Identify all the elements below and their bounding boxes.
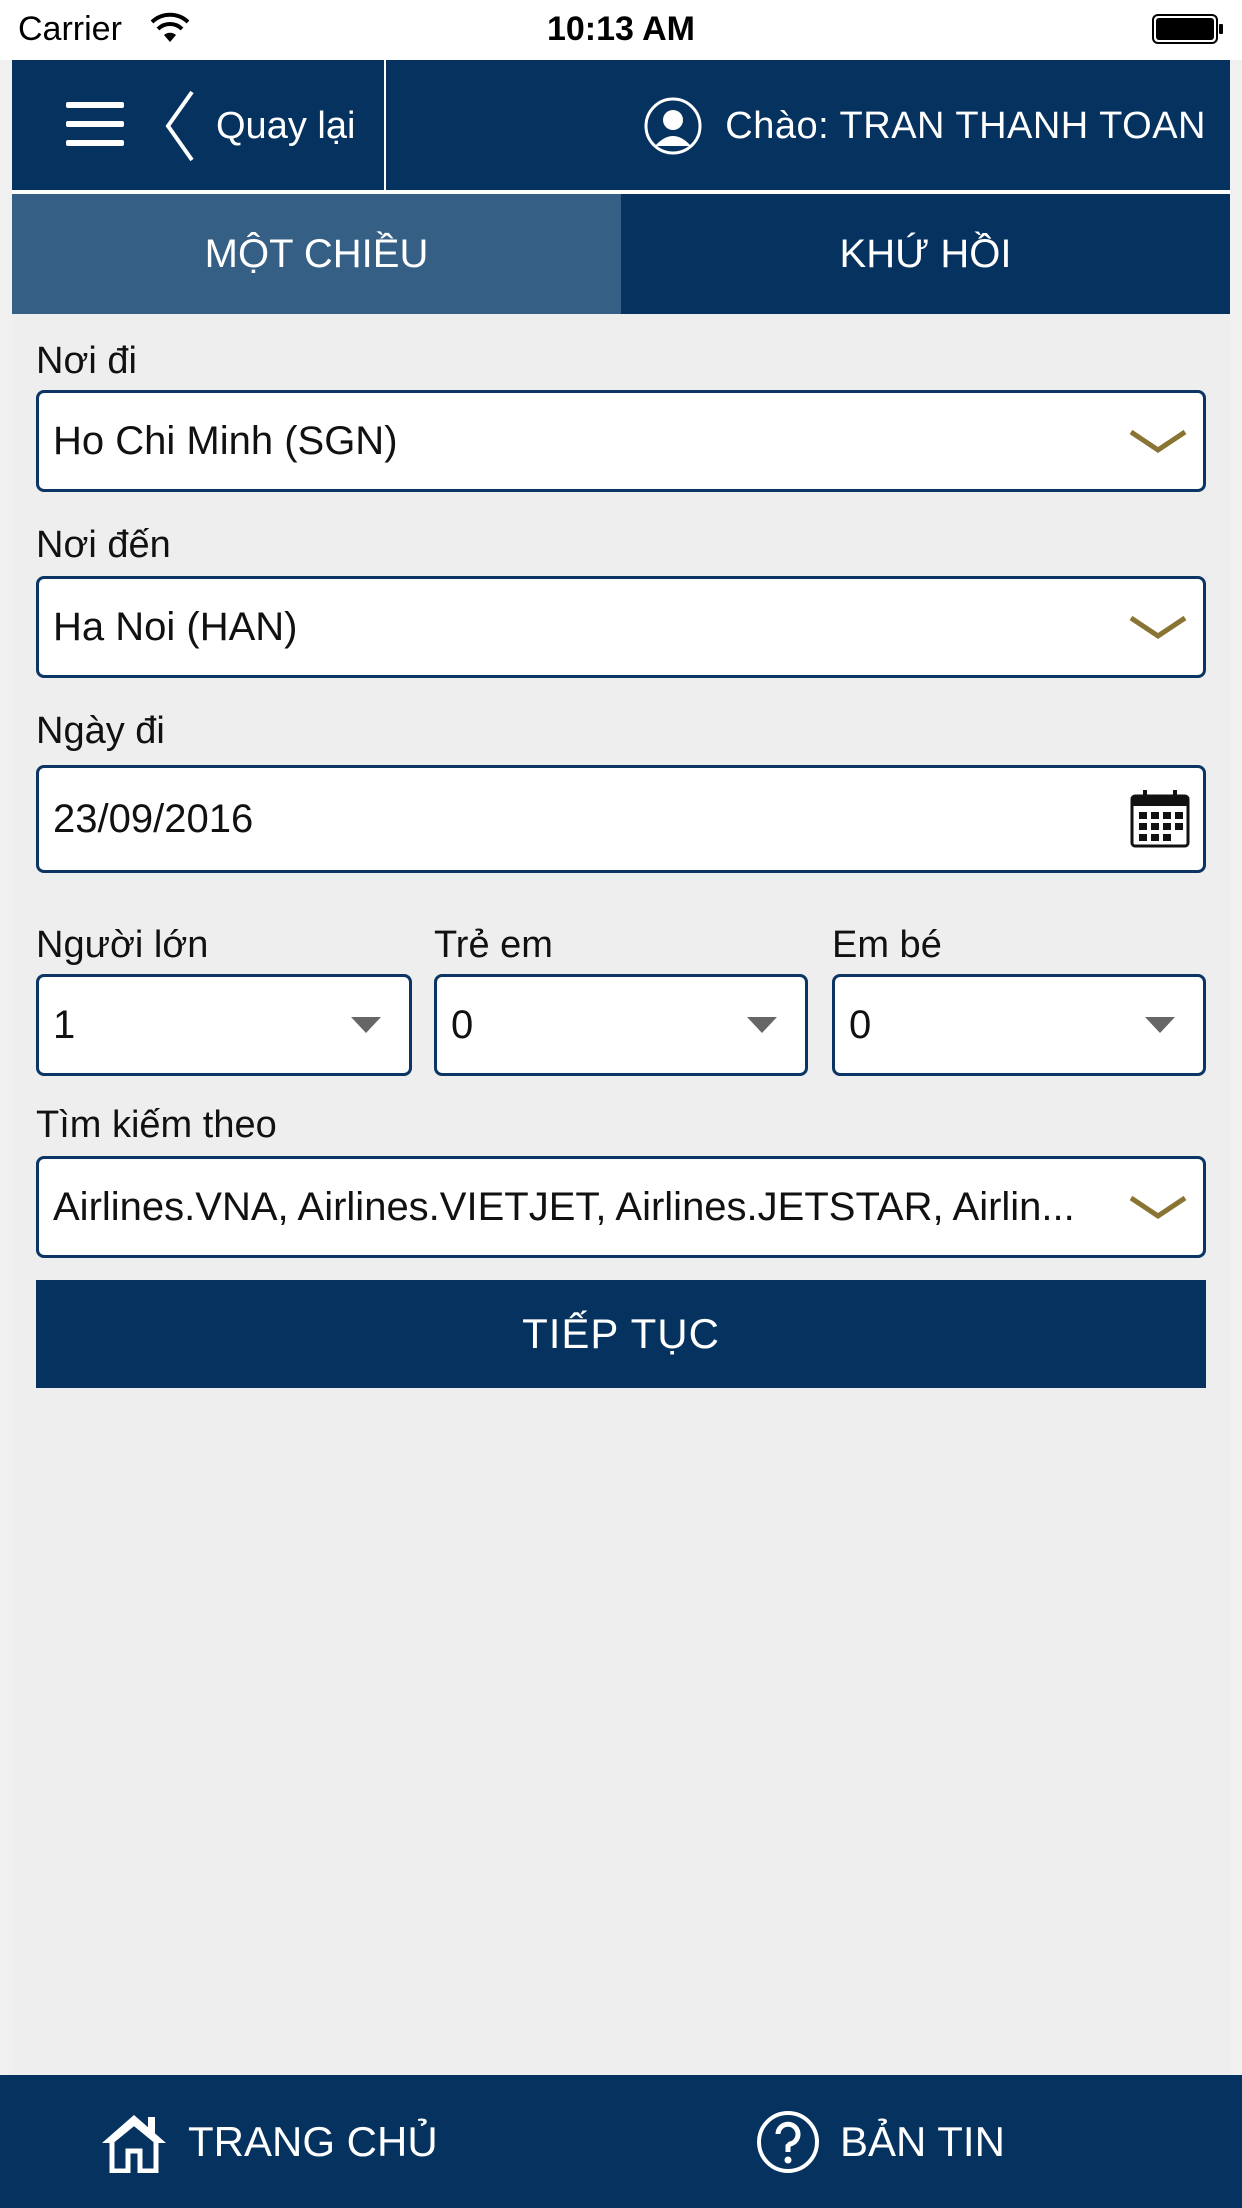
children-label: Trẻ em — [434, 924, 553, 966]
nav-home[interactable]: TRANG CHỦ — [100, 2075, 438, 2208]
adults-value: 1 — [53, 1002, 76, 1047]
user-icon — [644, 97, 702, 155]
nav-news-label: BẢN TIN — [840, 2117, 1005, 2165]
user-greeting: Chào: TRAN THANH TOAN — [643, 94, 1206, 158]
children-value: 0 — [451, 1002, 474, 1047]
chevron-down-icon — [1129, 615, 1187, 640]
origin-label: Nơi đi — [36, 340, 137, 382]
airlines-select[interactable]: Airlines.VNA, Airlines.VIETJET, Airlines… — [36, 1156, 1206, 1258]
battery-icon — [1152, 14, 1223, 44]
calendar-icon[interactable] — [1129, 788, 1191, 850]
destination-select[interactable]: Ha Noi (HAN) — [36, 576, 1206, 678]
depart-date-field[interactable]: 23/09/2016 — [36, 765, 1206, 873]
app-header: Quay lại Chào: TRAN THANH TOAN — [12, 60, 1230, 190]
trip-type-tabs: MỘT CHIỀU KHỨ HỒI — [12, 194, 1230, 314]
tab-round-trip[interactable]: KHỨ HỒI — [621, 194, 1230, 314]
caret-down-icon — [1145, 1017, 1175, 1033]
destination-value: Ha Noi (HAN) — [53, 604, 298, 649]
caret-down-icon — [747, 1017, 777, 1033]
destination-label: Nơi đến — [36, 524, 171, 566]
back-button[interactable]: Quay lại — [160, 88, 355, 164]
home-icon — [102, 2114, 166, 2173]
infants-select[interactable]: 0 — [832, 974, 1206, 1076]
nav-home-label: TRANG CHỦ — [188, 2117, 438, 2165]
tab-one-way[interactable]: MỘT CHIỀU — [12, 194, 621, 314]
adults-select[interactable]: 1 — [36, 974, 412, 1076]
menu-icon[interactable] — [66, 102, 128, 148]
caret-down-icon — [351, 1017, 381, 1033]
airlines-value: Airlines.VNA, Airlines.VIETJET, Airlines… — [53, 1184, 1075, 1229]
bottom-nav: TRANG CHỦ BẢN TIN — [0, 2075, 1242, 2208]
chevron-down-icon — [1129, 429, 1187, 454]
chevron-down-icon — [1129, 1195, 1187, 1220]
back-chevron-icon — [165, 90, 194, 162]
clock: 10:13 AM — [546, 10, 696, 48]
status-bar: Carrier 10:13 AM — [0, 0, 1242, 60]
continue-button[interactable]: TIẾP TỤC — [36, 1280, 1206, 1388]
origin-value: Ho Chi Minh (SGN) — [53, 418, 398, 463]
search-by-label: Tìm kiếm theo — [36, 1104, 277, 1146]
depart-date-value: 23/09/2016 — [53, 796, 254, 841]
nav-news[interactable]: BẢN TIN — [756, 2075, 1005, 2208]
help-icon — [757, 2110, 819, 2173]
greeting-text: Chào: TRAN THANH TOAN — [725, 104, 1206, 147]
origin-select[interactable]: Ho Chi Minh (SGN) — [36, 390, 1206, 492]
back-label: Quay lại — [216, 104, 356, 147]
children-select[interactable]: 0 — [434, 974, 808, 1076]
adults-label: Người lớn — [36, 924, 209, 966]
infants-value: 0 — [849, 1002, 872, 1047]
infants-label: Em bé — [832, 924, 942, 966]
header-divider — [384, 60, 386, 190]
depart-date-label: Ngày đi — [36, 710, 165, 752]
